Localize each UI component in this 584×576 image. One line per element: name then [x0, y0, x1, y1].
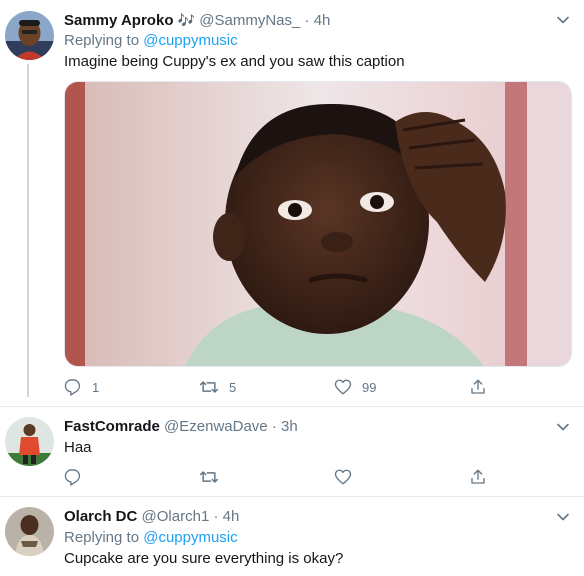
reply-count: 1: [92, 379, 100, 395]
retweet-icon: [199, 381, 219, 393]
display-name[interactable]: Olarch DC: [64, 508, 137, 525]
like-count: 99: [362, 379, 377, 395]
separator-dot: ·: [304, 12, 310, 29]
tweet-header: Olarch DC @Olarch1 · 4h: [64, 507, 239, 527]
chevron-down-icon[interactable]: [556, 510, 570, 524]
tweet-header: Sammy Aproko 🎶 @SammyNas_ · 4h: [64, 10, 330, 31]
retweet-icon: [199, 471, 219, 483]
handle[interactable]: @Olarch1: [142, 508, 210, 525]
timestamp[interactable]: 4h: [223, 508, 240, 525]
replying-mention-link[interactable]: @cuppymusic: [143, 32, 237, 49]
display-name[interactable]: Sammy Aproko: [64, 12, 173, 29]
replying-prefix: Replying to: [64, 529, 140, 546]
chevron-down-icon[interactable]: [556, 13, 570, 27]
share-icon: [471, 379, 485, 394]
separator-dot: ·: [213, 508, 219, 525]
tweet-actions: 1 5 99: [64, 377, 494, 397]
tweet-text: Cupcake are you sure everything is okay?: [64, 550, 344, 567]
tweet-header: FastComrade @EzenwaDave · 3h: [64, 417, 298, 437]
share-button[interactable]: [469, 467, 487, 487]
tweet-text: Imagine being Cuppy's ex and you saw thi…: [64, 53, 405, 70]
tweet-fastcomrade[interactable]: FastComrade @EzenwaDave · 3h Haa: [0, 407, 584, 497]
heart-icon: [334, 469, 352, 485]
like-button[interactable]: 99: [334, 377, 376, 397]
replying-prefix: Replying to: [64, 32, 140, 49]
separator-dot: ·: [271, 418, 277, 435]
reply-icon: [64, 379, 81, 396]
retweet-count: 5: [229, 379, 237, 395]
share-button[interactable]: [469, 377, 487, 397]
reply-icon: [64, 469, 81, 486]
thread-line: [27, 64, 29, 397]
timestamp[interactable]: 3h: [281, 418, 298, 435]
avatar[interactable]: [5, 11, 54, 60]
avatar[interactable]: [5, 507, 54, 556]
replying-mention-link[interactable]: @cuppymusic: [143, 529, 237, 546]
chevron-down-icon[interactable]: [556, 420, 570, 434]
tweet-olarch-dc[interactable]: Olarch DC @Olarch1 · 4h Replying to @cup…: [0, 497, 584, 576]
handle[interactable]: @EzenwaDave: [164, 418, 268, 435]
heart-icon: [334, 379, 352, 395]
tweet-media-photo[interactable]: [64, 81, 572, 367]
tweet-actions: [64, 467, 494, 487]
music-notes-emoji: 🎶: [177, 12, 196, 28]
timestamp[interactable]: 4h: [314, 12, 331, 29]
like-button[interactable]: [334, 467, 352, 487]
replying-to: Replying to @cuppymusic: [64, 31, 238, 51]
display-name[interactable]: FastComrade: [64, 418, 160, 435]
avatar[interactable]: [5, 417, 54, 466]
retweet-button[interactable]: [199, 467, 219, 487]
replying-to: Replying to @cuppymusic: [64, 528, 238, 548]
reply-button[interactable]: 1: [64, 377, 99, 397]
retweet-button[interactable]: 5: [199, 377, 236, 397]
tweet-text: Haa: [64, 439, 92, 456]
reply-button[interactable]: [64, 467, 82, 487]
tweet-sammy-aproko[interactable]: Sammy Aproko 🎶 @SammyNas_ · 4h Replying …: [0, 0, 584, 410]
share-icon: [471, 469, 485, 484]
handle[interactable]: @SammyNas_: [199, 12, 300, 29]
